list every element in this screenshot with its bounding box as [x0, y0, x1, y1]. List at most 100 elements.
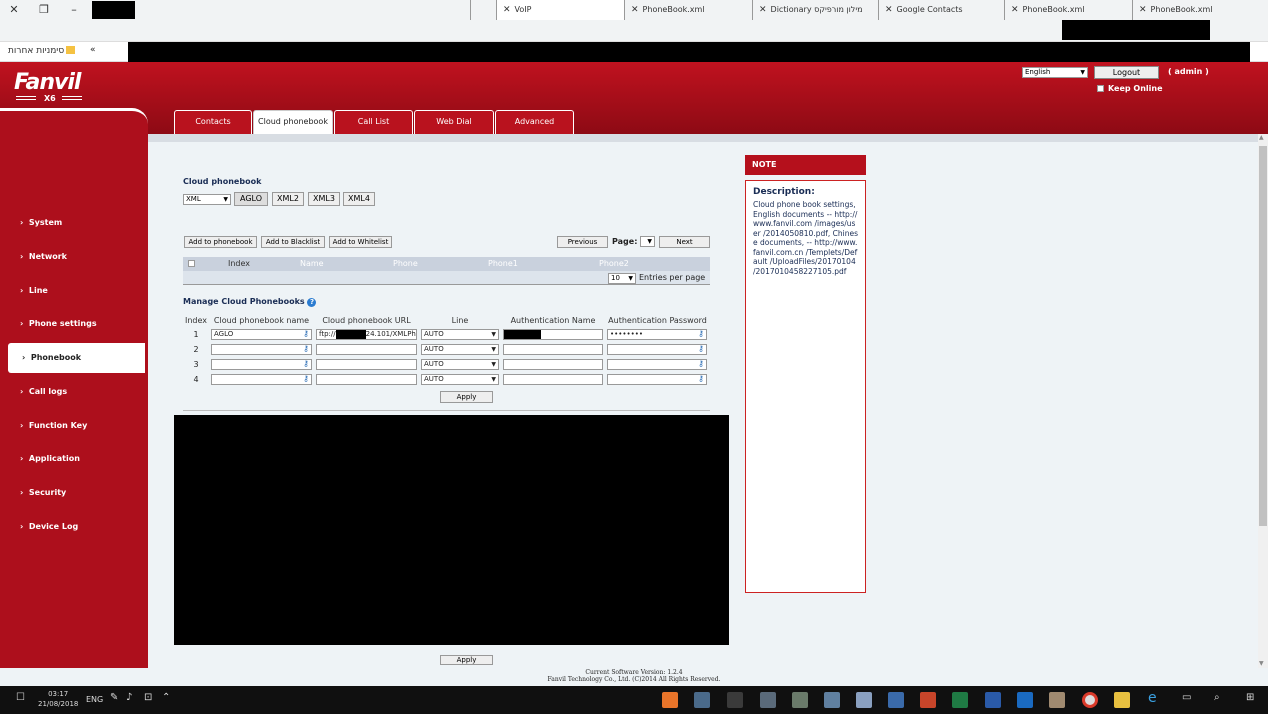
phonebook-url-input[interactable] — [316, 359, 417, 370]
auth-password-input[interactable]: ⚷ — [607, 359, 707, 370]
add-to-whitelist-button[interactable]: Add to Whitelist — [329, 236, 392, 248]
excel-icon[interactable] — [952, 692, 968, 708]
task-view-icon[interactable]: ▭ — [1182, 692, 1191, 703]
chrome-icon[interactable] — [1082, 692, 1098, 708]
sidebar-item-function-key[interactable]: › Function Key — [0, 411, 145, 441]
auth-name-input[interactable] — [503, 374, 603, 385]
add-to-blacklist-button[interactable]: Add to Blacklist — [261, 236, 325, 248]
phonebook-name-input[interactable]: AGLO ⚷ — [211, 329, 312, 340]
format-select[interactable]: XML — [183, 194, 231, 205]
volume-icon[interactable]: ♪ — [126, 692, 132, 703]
logout-button[interactable]: Logout — [1094, 66, 1159, 79]
close-tab-icon[interactable]: ✕ — [1011, 5, 1019, 15]
auth-name-input[interactable] — [503, 344, 603, 355]
browser-tab[interactable]: ✕ PhoneBook.xml — [624, 0, 752, 20]
scroll-up-icon[interactable]: ▲ — [1259, 134, 1264, 141]
sidebar-item-security[interactable]: › Security — [0, 478, 145, 508]
windows-start-icon[interactable]: ⊞ — [1246, 692, 1254, 703]
file-explorer-icon[interactable] — [1114, 692, 1130, 708]
scrollbar-thumb[interactable] — [1259, 146, 1267, 526]
browser-tab[interactable]: ✕ Dictionary מילון מורפיקס — [752, 0, 878, 20]
book-button-xml3[interactable]: XML3 — [308, 192, 340, 206]
language-indicator[interactable]: ENG — [86, 695, 103, 704]
page-select[interactable] — [640, 236, 655, 247]
chevron-icon[interactable]: « — [90, 45, 96, 55]
line-select[interactable]: AUTO — [421, 344, 499, 355]
close-tab-icon[interactable]: ✕ — [759, 5, 767, 15]
minimize-window-icon[interactable]: – — [64, 2, 84, 18]
phonebook-name-input[interactable]: ⚷ — [211, 374, 312, 385]
show-hidden-icons[interactable]: ⌃ — [162, 692, 170, 703]
app-icon[interactable] — [662, 692, 678, 708]
network-icon[interactable]: ⊡ — [144, 692, 152, 703]
outlook-icon[interactable] — [1017, 692, 1033, 708]
app-icon[interactable] — [727, 692, 743, 708]
app-icon[interactable] — [888, 692, 904, 708]
close-tab-icon[interactable]: ✕ — [631, 5, 639, 15]
sidebar-item-call-logs[interactable]: › Call logs — [0, 377, 145, 407]
browser-tab[interactable]: ✕ VoIP — [496, 0, 624, 20]
search-icon[interactable]: ⌕ — [1214, 692, 1220, 703]
word-icon[interactable] — [985, 692, 1001, 708]
keep-online-option[interactable]: Keep Online — [1097, 84, 1163, 93]
restore-window-icon[interactable]: ❐ — [34, 2, 54, 18]
app-icon[interactable] — [856, 692, 872, 708]
language-select[interactable]: English — [1022, 67, 1088, 78]
line-select[interactable]: AUTO — [421, 374, 499, 385]
other-bookmarks-label[interactable]: סימניות אחרות — [8, 46, 64, 56]
sidebar-item-device-log[interactable]: › Device Log — [0, 512, 145, 542]
phonebook-name-input[interactable]: ⚷ — [211, 359, 312, 370]
sidebar-item-network[interactable]: › Network — [0, 242, 145, 272]
close-tab-icon[interactable]: ✕ — [503, 5, 511, 15]
tab-cloud-phonebook[interactable]: Cloud phonebook — [253, 110, 333, 134]
new-tab-button[interactable] — [470, 0, 496, 20]
close-tab-icon[interactable]: ✕ — [885, 5, 893, 15]
select-all-checkbox[interactable] — [188, 260, 195, 267]
sidebar-item-phone-settings[interactable]: › Phone settings — [0, 309, 145, 339]
scroll-down-icon[interactable]: ▼ — [1259, 660, 1264, 667]
auth-name-input[interactable] — [503, 329, 603, 340]
keep-online-checkbox[interactable] — [1097, 85, 1104, 92]
pen-icon[interactable]: ✎ — [110, 692, 118, 703]
book-button-aglo[interactable]: AGLO — [234, 192, 268, 206]
book-button-xml2[interactable]: XML2 — [272, 192, 304, 206]
phonebook-url-input[interactable] — [316, 344, 417, 355]
phonebook-url-input[interactable] — [316, 374, 417, 385]
auth-password-input[interactable]: ⚷ — [607, 374, 707, 385]
sidebar-item-application[interactable]: › Application — [0, 444, 145, 474]
help-icon[interactable]: ? — [307, 298, 317, 307]
phonebook-url-input[interactable]: ftp://24.101/XMLPh — [316, 329, 417, 340]
sidebar-item-system[interactable]: › System — [0, 208, 145, 238]
powerpoint-icon[interactable] — [920, 692, 936, 708]
app-icon[interactable] — [824, 692, 840, 708]
app-icon[interactable] — [792, 692, 808, 708]
browser-tab[interactable]: ✕ PhoneBook.xml — [1004, 0, 1132, 20]
app-icon[interactable] — [1049, 692, 1065, 708]
sidebar-item-line[interactable]: › Line — [0, 276, 145, 306]
auth-password-input[interactable]: •••••••• ⚷ — [607, 329, 707, 340]
browser-tab[interactable]: ✕ Google Contacts — [878, 0, 1004, 20]
apply-button[interactable]: Apply — [440, 391, 493, 403]
clock[interactable]: 03:17 21/08/2018 — [38, 689, 78, 709]
previous-button[interactable]: Previous — [557, 236, 608, 248]
tab-web-dial[interactable]: Web Dial — [414, 110, 494, 134]
tab-advanced[interactable]: Advanced — [495, 110, 574, 134]
tab-contacts[interactable]: Contacts — [174, 110, 252, 134]
close-tab-icon[interactable]: ✕ — [1139, 5, 1147, 15]
close-window-icon[interactable]: ✕ — [4, 2, 24, 18]
app-icon[interactable] — [760, 692, 776, 708]
app-icon[interactable] — [694, 692, 710, 708]
sidebar-item-phonebook[interactable]: › Phonebook — [8, 343, 145, 373]
tab-call-list[interactable]: Call List — [334, 110, 413, 134]
apply-button[interactable]: Apply — [440, 655, 493, 665]
browser-tab[interactable]: ✕ PhoneBook.xml — [1132, 0, 1254, 20]
line-select[interactable]: AUTO — [421, 329, 499, 340]
auth-name-input[interactable] — [503, 359, 603, 370]
edge-icon[interactable]: e — [1148, 690, 1157, 706]
phonebook-name-input[interactable]: ⚷ — [211, 344, 312, 355]
entries-per-page-select[interactable]: 10 — [608, 273, 636, 284]
page-scrollbar[interactable]: ▲ ▼ — [1258, 134, 1268, 668]
line-select[interactable]: AUTO — [421, 359, 499, 370]
next-button[interactable]: Next — [659, 236, 710, 248]
action-center-icon[interactable]: ☐ — [16, 692, 25, 703]
